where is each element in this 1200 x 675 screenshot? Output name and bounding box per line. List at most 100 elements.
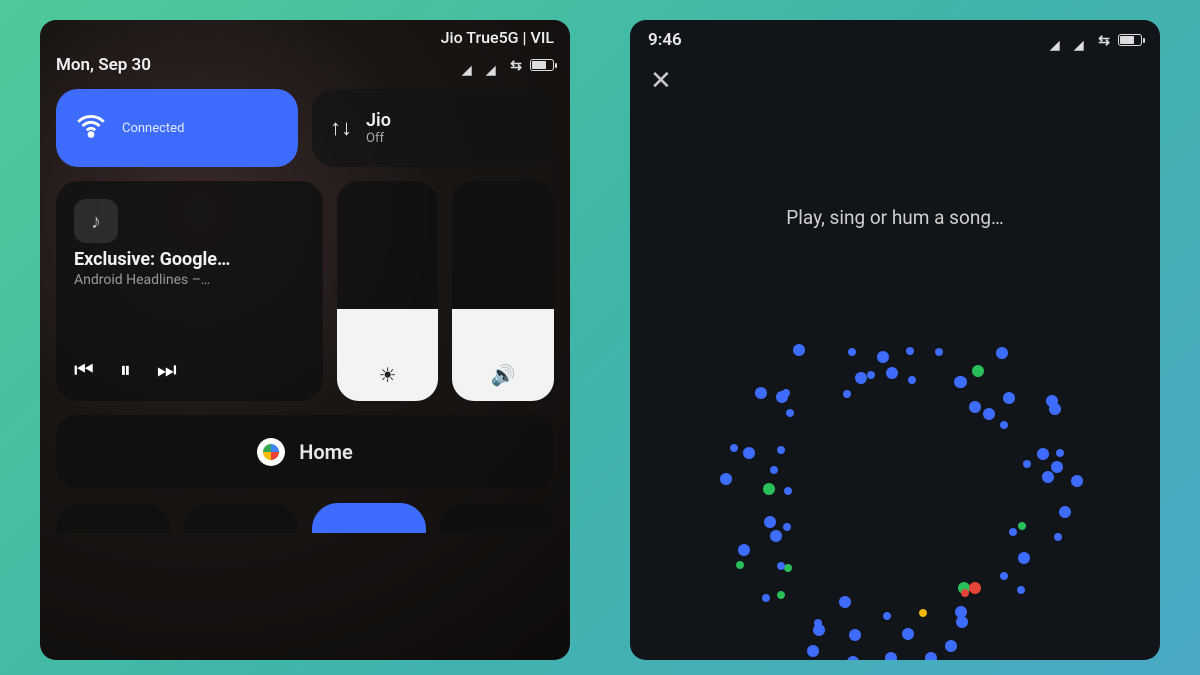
data-subtitle: Off — [366, 131, 391, 146]
viz-dot — [848, 348, 856, 356]
viz-dot — [777, 591, 785, 599]
viz-dot — [1023, 460, 1031, 468]
status-bar-top: Jio True5G | VIL — [40, 20, 570, 49]
close-button[interactable]: ✕ — [630, 60, 1160, 96]
viz-dot — [945, 640, 957, 652]
next-track-button[interactable]: ⏭ — [157, 358, 177, 383]
volume-slider[interactable]: 🔊 — [452, 181, 554, 401]
viz-dot — [983, 408, 995, 420]
viz-dot — [1000, 421, 1008, 429]
viz-dot — [972, 365, 984, 377]
signal-icon-r2 — [1074, 34, 1090, 46]
viz-dot — [902, 628, 914, 640]
viz-dot — [720, 473, 732, 485]
home-tile[interactable]: Home — [56, 415, 554, 489]
viz-dot — [969, 582, 981, 594]
viz-dot — [955, 376, 967, 388]
pause-button[interactable]: ⏸ — [120, 358, 131, 383]
listening-visualizer — [685, 280, 1105, 660]
volume-icon: 🔊 — [491, 363, 516, 387]
viz-dot — [755, 387, 767, 399]
mobile-data-tile[interactable]: ↑↓ Jio Off — [312, 89, 554, 167]
viz-dot — [1000, 572, 1008, 580]
status-icons-right — [1050, 30, 1142, 50]
viz-dot — [955, 606, 967, 618]
viz-dot — [762, 594, 770, 602]
viz-dot — [885, 652, 897, 660]
music-note-icon: ♪ — [74, 199, 118, 243]
quick-toggle-row — [56, 503, 554, 533]
viz-dot — [783, 523, 791, 531]
control-tiles: Connected ↑↓ Jio Off ♪ Exclusive: Google… — [40, 81, 570, 541]
viz-dot — [1037, 448, 1049, 460]
viz-dot — [807, 645, 819, 657]
quick-toggle-2[interactable] — [184, 503, 298, 533]
battery-icon — [530, 59, 554, 71]
date-label: Mon, Sep 30 — [56, 55, 151, 75]
viz-dot — [777, 446, 785, 454]
previous-track-button[interactable]: ⏮ — [74, 358, 94, 383]
viz-dot — [736, 561, 744, 569]
quick-toggle-3-active[interactable] — [312, 503, 426, 533]
wifi-subtitle: Connected — [122, 121, 184, 136]
viz-dot — [763, 483, 775, 495]
viz-dot — [969, 401, 981, 413]
viz-dot — [1018, 522, 1026, 530]
status-icons — [462, 55, 554, 75]
battery-icon-r — [1118, 34, 1142, 46]
time-label: 9:46 — [648, 30, 682, 50]
quick-toggle-4[interactable] — [440, 503, 554, 533]
viz-dot — [784, 487, 792, 495]
status-bar-date-row: Mon, Sep 30 — [40, 49, 570, 81]
viz-dot — [867, 371, 875, 379]
carrier-label: Jio True5G | VIL — [441, 28, 554, 47]
brightness-slider[interactable]: ☀ — [337, 181, 439, 401]
quick-toggle-1[interactable] — [56, 503, 170, 533]
viz-dot — [1042, 471, 1054, 483]
data-arrows-icon: ↑↓ — [330, 115, 352, 141]
viz-dot — [814, 619, 822, 627]
google-home-icon — [257, 438, 285, 466]
status-bar-right: 9:46 — [630, 20, 1160, 60]
viz-dot — [996, 347, 1008, 359]
signal-icon-r1 — [1050, 34, 1066, 46]
viz-dot — [961, 589, 969, 597]
media-player-tile[interactable]: ♪ Exclusive: Google… Android Headlines –… — [56, 181, 323, 401]
viz-dot — [849, 629, 861, 641]
viz-dot — [730, 444, 738, 452]
viz-dot — [1003, 392, 1015, 404]
viz-dot — [786, 409, 794, 417]
brightness-icon: ☀ — [379, 363, 397, 387]
viz-dot — [886, 367, 898, 379]
viz-dot — [782, 389, 790, 397]
song-search-phone: 9:46 ✕ Play, sing or hum a song… — [630, 20, 1160, 660]
viz-dot — [1018, 552, 1030, 564]
control-center-phone: Jio True5G | VIL Mon, Sep 30 Connected — [40, 20, 570, 660]
wifi-tile[interactable]: Connected — [56, 89, 298, 167]
viz-dot — [1049, 403, 1061, 415]
viz-dot — [883, 612, 891, 620]
viz-dot — [793, 344, 805, 356]
viz-dot — [1071, 475, 1083, 487]
viz-dot — [919, 609, 927, 617]
viz-dot — [906, 347, 914, 355]
viz-dot — [935, 348, 943, 356]
viz-dot — [847, 656, 859, 660]
signal-icon-2 — [486, 59, 502, 71]
viz-dot — [1051, 461, 1063, 473]
media-title: Exclusive: Google… — [74, 249, 305, 270]
viz-dot — [770, 530, 782, 542]
viz-dot — [843, 390, 851, 398]
viz-dot — [925, 652, 937, 660]
home-label: Home — [299, 440, 353, 464]
signal-icon-1 — [462, 59, 478, 71]
wifi-status-icon-r — [1098, 30, 1110, 50]
viz-dot — [855, 372, 867, 384]
viz-dot — [1056, 449, 1064, 457]
wifi-icon — [74, 109, 108, 147]
viz-dot — [877, 351, 889, 363]
viz-dot — [839, 596, 851, 608]
media-subtitle: Android Headlines –… — [74, 272, 305, 288]
viz-dot — [908, 376, 916, 384]
wifi-status-icon — [510, 55, 522, 75]
